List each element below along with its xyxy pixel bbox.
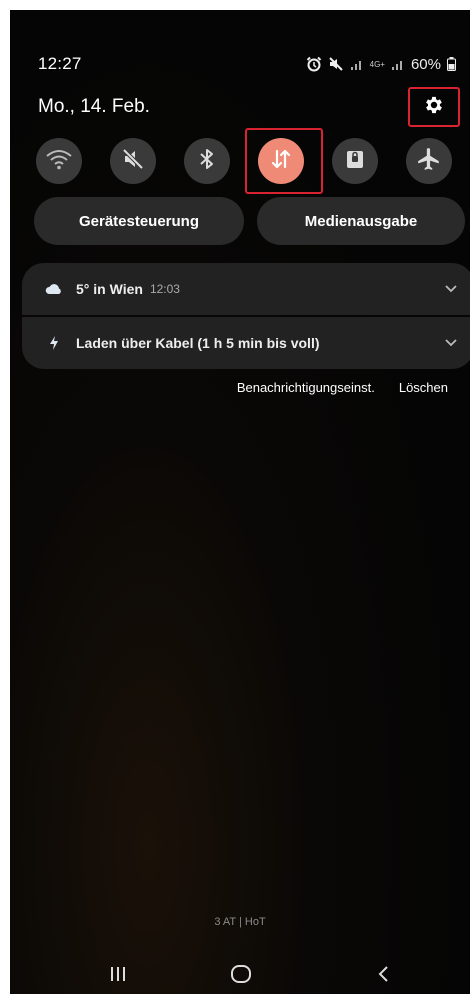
device-control-button[interactable]: Gerätesteuerung: [34, 197, 244, 245]
status-icons: 4G+ 60%: [306, 56, 456, 73]
chevron-down-icon[interactable]: [444, 334, 458, 352]
carrier-label: 3 AT | HoT: [214, 916, 266, 928]
toggle-bluetooth[interactable]: [184, 138, 230, 184]
signal-icon: [350, 57, 364, 71]
weather-time: 12:03: [149, 282, 180, 296]
lock-screen-icon: [344, 147, 366, 176]
cloud-icon: [44, 283, 64, 295]
battery-level: 60%: [410, 55, 441, 73]
status-clock: 12:27: [38, 54, 82, 73]
gear-icon: [423, 94, 445, 121]
mobile-data-highlight: [245, 128, 323, 194]
notification-actions: Benachrichtigungseinst. Löschen: [237, 380, 448, 395]
back-button[interactable]: [364, 962, 404, 990]
media-output-button[interactable]: Medienausgabe: [257, 197, 465, 245]
notification-shade: 12:27 4G+ 60% Mo., 14. Feb. Gerätesteuer…: [10, 10, 470, 994]
recent-apps-icon: [108, 964, 128, 989]
settings-button[interactable]: [408, 87, 460, 127]
charging-notification[interactable]: Laden über Kabel (1 h 5 min bis voll): [22, 317, 470, 369]
toggle-sound[interactable]: [110, 138, 156, 184]
recent-apps-button[interactable]: [98, 962, 138, 990]
toggle-lock[interactable]: [332, 138, 378, 184]
date-row: Mo., 14. Feb.: [38, 86, 460, 128]
weather-title: 5° in Wien: [76, 281, 143, 297]
toggle-airplane[interactable]: [406, 138, 452, 184]
toggle-wifi[interactable]: [36, 138, 82, 184]
signal-icon-2: [391, 57, 405, 71]
status-bar: 12:27 4G+ 60%: [38, 52, 456, 76]
bolt-icon: [44, 335, 64, 351]
alarm-icon: [306, 56, 322, 72]
network-type-label: 4G+: [369, 59, 385, 69]
chevron-down-icon[interactable]: [444, 280, 458, 298]
notification-settings-link[interactable]: Benachrichtigungseinst.: [237, 380, 375, 395]
mute-status-icon: [328, 56, 344, 72]
date-label: Mo., 14. Feb.: [38, 96, 150, 117]
mute-icon: [121, 147, 145, 176]
back-icon: [376, 964, 392, 989]
quick-toggles: [36, 128, 466, 194]
battery-icon: [447, 57, 456, 71]
clear-notifications-link[interactable]: Löschen: [399, 380, 448, 395]
home-button[interactable]: [221, 962, 261, 990]
weather-notification[interactable]: 5° in Wien 12:03: [22, 263, 470, 315]
wifi-icon: [45, 147, 73, 176]
navigation-bar: [10, 956, 470, 994]
home-icon: [229, 963, 253, 990]
airplane-icon: [416, 146, 442, 177]
bluetooth-icon: [197, 147, 217, 176]
charging-title: Laden über Kabel (1 h 5 min bis voll): [76, 335, 320, 351]
